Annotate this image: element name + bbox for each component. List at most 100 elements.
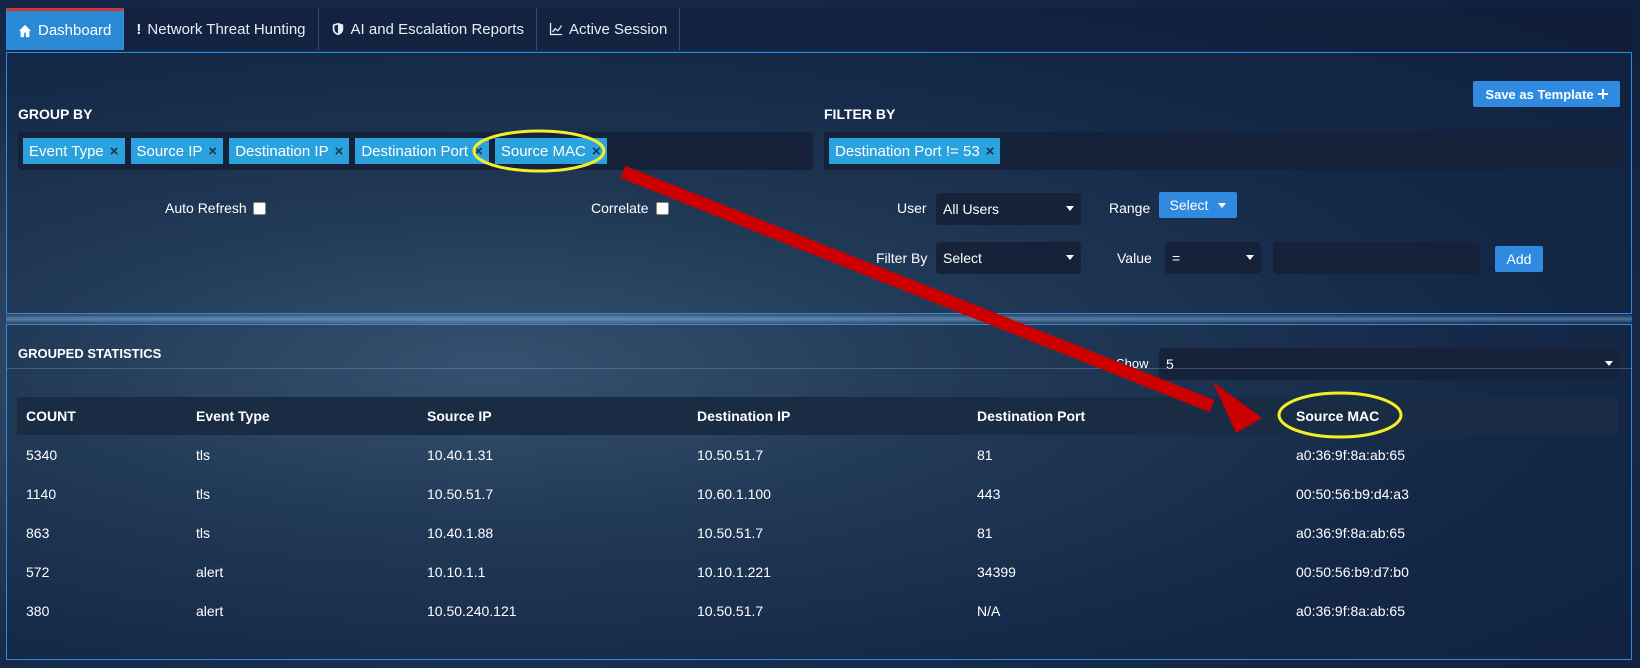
auto-refresh-checkbox[interactable]	[253, 202, 266, 215]
cell-source-ip: 10.10.1.1	[427, 563, 486, 580]
cell-destination-ip: 10.60.1.100	[697, 485, 771, 502]
column-header-destination-ip[interactable]: Destination IP	[688, 397, 968, 435]
filter-panel	[6, 52, 1632, 314]
caret-down-icon	[1605, 361, 1613, 366]
tab-active-session[interactable]: Active Session	[537, 8, 681, 50]
cell-destination-port: 34399	[977, 563, 1016, 580]
cell-source-mac: 00:50:56:b9:d4:a3	[1296, 485, 1409, 502]
cell-source-mac: a0:36:9f:8a:ab:65	[1296, 602, 1405, 619]
tab-label: Network Threat Hunting	[147, 20, 306, 38]
cell-destination-port: 81	[977, 524, 993, 541]
tab-network-threat-hunting[interactable]: ! Network Threat Hunting	[124, 8, 319, 50]
auto-refresh-label: Auto Refresh	[165, 200, 247, 216]
main-tabs: Dashboard ! Network Threat Hunting AI an…	[6, 8, 1632, 50]
filter-by-label: FILTER BY	[824, 106, 896, 122]
home-icon	[18, 24, 32, 37]
cell-count: 1140	[26, 485, 57, 502]
tag-label: Event Type	[29, 142, 104, 160]
group-by-label: GROUP BY	[18, 106, 93, 122]
remove-tag-icon[interactable]: ×	[335, 143, 344, 160]
tab-label: AI and Escalation Reports	[350, 20, 524, 38]
table-row[interactable]: 863 tls 10.40.1.88 10.50.51.7 81 a0:36:9…	[17, 513, 1619, 552]
panel-separator	[6, 314, 1632, 324]
remove-tag-icon[interactable]: ×	[474, 143, 483, 160]
caret-down-icon	[1246, 255, 1254, 260]
group-by-tags-box[interactable]: Event Type × Source IP × Destination IP …	[18, 132, 813, 170]
cell-destination-port: 443	[977, 485, 1001, 502]
filter-by-select[interactable]: Select	[936, 242, 1081, 274]
correlate-checkbox[interactable]	[656, 202, 669, 215]
add-button-label: Add	[1506, 251, 1532, 267]
cell-event-type: alert	[196, 602, 224, 619]
add-filter-button[interactable]: Add	[1495, 246, 1543, 272]
group-tag-source-ip: Source IP ×	[130, 138, 224, 164]
tab-label: Active Session	[568, 20, 668, 38]
remove-tag-icon[interactable]: ×	[110, 143, 119, 160]
column-header-source-mac[interactable]: Source MAC	[1287, 397, 1619, 435]
range-select-button[interactable]: Select	[1159, 192, 1237, 218]
exclamation-icon: !	[136, 20, 142, 38]
cell-source-mac: a0:36:9f:8a:ab:65	[1296, 524, 1405, 541]
column-header-count[interactable]: COUNT	[17, 397, 187, 435]
grouped-statistics-table: COUNT Event Type Source IP Destination I…	[17, 397, 1619, 630]
tab-label: Dashboard	[38, 22, 112, 39]
cell-destination-ip: 10.10.1.221	[697, 563, 771, 580]
cell-source-mac: 00:50:56:b9:d7:b0	[1296, 563, 1409, 580]
remove-tag-icon[interactable]: ×	[592, 143, 601, 160]
remove-tag-icon[interactable]: ×	[208, 143, 217, 160]
table-row[interactable]: 380 alert 10.50.240.121 10.50.51.7 N/A a…	[17, 591, 1619, 630]
tab-ai-escalation-reports[interactable]: AI and Escalation Reports	[319, 8, 537, 50]
column-header-destination-port[interactable]: Destination Port	[968, 397, 1287, 435]
save-template-label: Save as Template	[1485, 86, 1594, 102]
column-header-event-type[interactable]: Event Type	[187, 397, 418, 435]
cell-source-ip: 10.40.1.31	[427, 446, 494, 463]
column-header-source-ip[interactable]: Source IP	[418, 397, 688, 435]
value-input[interactable]	[1273, 242, 1479, 274]
filter-by-tags-box[interactable]: Destination Port != 53 ×	[824, 132, 1620, 170]
cell-source-ip: 10.40.1.88	[427, 524, 494, 541]
cell-source-mac: a0:36:9f:8a:ab:65	[1296, 446, 1405, 463]
group-tag-event-type: Event Type ×	[23, 138, 125, 164]
cell-destination-ip: 10.50.51.7	[697, 446, 764, 463]
caret-down-icon	[1218, 202, 1227, 208]
user-select[interactable]: All Users	[936, 193, 1081, 225]
cell-destination-ip: 10.50.51.7	[697, 602, 764, 619]
tag-label: Destination Port != 53	[835, 142, 980, 160]
shield-icon	[332, 22, 343, 36]
cell-count: 863	[26, 524, 50, 541]
table-row[interactable]: 5340 tls 10.40.1.31 10.50.51.7 81 a0:36:…	[17, 435, 1619, 474]
tag-label: Destination IP	[235, 142, 329, 160]
tag-label: Destination Port	[361, 142, 469, 160]
tag-label: Source IP	[136, 142, 203, 160]
cell-count: 5340	[26, 446, 58, 463]
filter-by-select-value: Select	[943, 250, 982, 266]
group-tag-destination-ip: Destination IP ×	[229, 138, 350, 164]
cell-count: 380	[26, 602, 50, 619]
caret-down-icon	[1066, 206, 1074, 211]
cell-event-type: tls	[196, 446, 210, 463]
cell-event-type: tls	[196, 485, 210, 502]
operator-select[interactable]: =	[1165, 242, 1261, 274]
cell-source-ip: 10.50.51.7	[427, 485, 494, 502]
cell-event-type: tls	[196, 524, 210, 541]
show-count-select[interactable]: 5	[1159, 348, 1620, 380]
save-template-button[interactable]: Save as Template	[1473, 81, 1620, 107]
caret-down-icon	[1066, 255, 1074, 260]
group-tag-source-mac: Source MAC ×	[494, 138, 607, 164]
cell-source-ip: 10.50.240.121	[427, 602, 517, 619]
table-row[interactable]: 1140 tls 10.50.51.7 10.60.1.100 443 00:5…	[17, 474, 1619, 513]
value-label: Value	[1117, 250, 1152, 266]
remove-tag-icon[interactable]: ×	[986, 143, 995, 160]
operator-select-value: =	[1172, 250, 1181, 266]
cell-destination-port: 81	[977, 446, 993, 463]
cell-event-type: alert	[196, 563, 224, 580]
line-chart-icon	[549, 22, 563, 36]
cell-destination-ip: 10.50.51.7	[697, 524, 764, 541]
tag-label: Source MAC	[500, 142, 586, 160]
user-label: User	[897, 200, 927, 216]
table-row[interactable]: 572 alert 10.10.1.1 10.10.1.221 34399 00…	[17, 552, 1619, 591]
range-label: Range	[1109, 200, 1151, 216]
grouped-statistics-title: GROUPED STATISTICS	[18, 346, 162, 361]
tab-dashboard[interactable]: Dashboard	[6, 8, 125, 50]
stats-header-divider	[6, 368, 1632, 369]
